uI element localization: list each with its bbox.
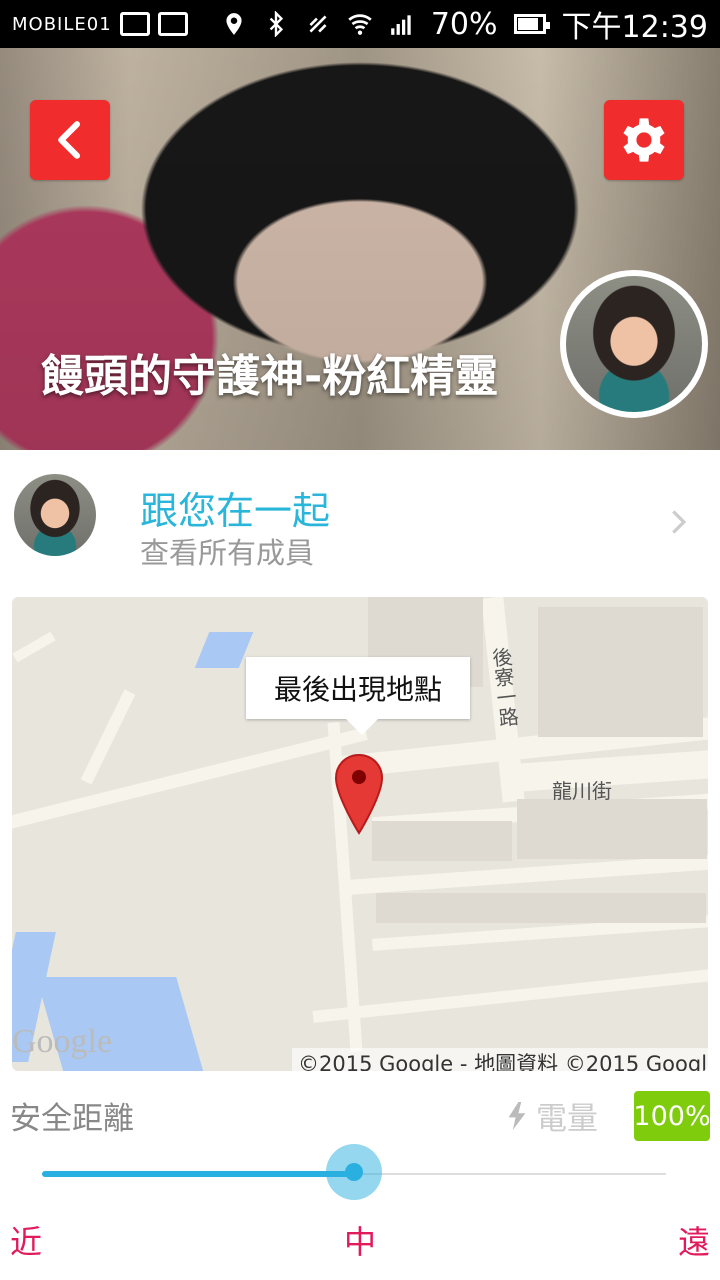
map-block [376, 893, 706, 923]
map-road [12, 727, 368, 832]
map-road [80, 689, 136, 785]
member-avatar [14, 474, 96, 556]
google-logo: Google [12, 1023, 113, 1060]
battery-label: 電量 [508, 1093, 598, 1138]
settings-button[interactable] [604, 100, 684, 180]
last-location-callout: 最後出現地點 [246, 657, 470, 735]
battery-icon [513, 14, 550, 34]
bluetooth-icon [269, 11, 283, 37]
status-bar: MOBILE01 70% 下午12:39 [0, 0, 720, 48]
map-road [312, 967, 708, 1023]
gallery-icon [119, 12, 150, 36]
members-row[interactable]: 跟您在一起 查看所有成員 [0, 450, 720, 595]
chevron-right-icon [672, 510, 687, 534]
members-subtitle: 查看所有成員 [140, 536, 315, 570]
profile-title: 饅頭的守護神-粉紅精靈 [40, 351, 499, 402]
range-mid-label: 中 [344, 1223, 377, 1261]
safety-distance-panel: 安全距離 電量 100% 近 中 遠 [0, 1071, 720, 1280]
battery-label-text: 電量 [536, 1101, 598, 1137]
distance-slider-dot [345, 1163, 363, 1181]
map-block [517, 799, 707, 859]
bolt-icon [508, 1101, 526, 1130]
battery-value-badge: 100% [633, 1091, 711, 1141]
distance-slider-fill [42, 1171, 354, 1177]
status-left: MOBILE01 [12, 12, 188, 36]
map-road [12, 631, 56, 663]
back-button[interactable] [30, 100, 110, 180]
map-view[interactable]: 後寮一路 龍川街 最後出現地點 Google ©2015 Google - 地圖… [12, 597, 708, 1071]
members-title: 跟您在一起 [140, 489, 331, 533]
profile-avatar[interactable] [560, 270, 708, 418]
safe-distance-label: 安全距離 [10, 1101, 134, 1137]
mute-icon [309, 15, 327, 33]
street-label-houliao: 後寮一路 [487, 646, 521, 729]
profile-hero: 饅頭的守護神-粉紅精靈 [0, 48, 720, 450]
battery-percentage: 70% [430, 6, 498, 42]
distance-slider-thumb[interactable] [326, 1144, 382, 1200]
clock: 下午12:39 [561, 10, 708, 45]
map-pin-icon[interactable] [334, 753, 384, 835]
water-area [194, 632, 254, 668]
location-icon [226, 13, 242, 35]
mail-icon [157, 12, 188, 36]
wifi-icon [348, 14, 372, 35]
status-right: 70% 下午12:39 [221, 2, 708, 46]
chevron-left-icon [58, 121, 81, 159]
signal-icon [391, 15, 411, 35]
street-label-longchuan: 龍川街 [552, 779, 612, 803]
gear-icon [623, 118, 665, 162]
range-far-label: 遠 [677, 1223, 710, 1261]
map-block [538, 607, 703, 737]
distance-slider[interactable] [42, 1144, 666, 1200]
mobile01-logo: MOBILE01 [12, 13, 112, 35]
map-block [372, 821, 512, 861]
map-attribution: ©2015 Google - 地圖資料 ©2015 Googl [292, 1048, 708, 1071]
range-near-label: 近 [10, 1223, 43, 1261]
